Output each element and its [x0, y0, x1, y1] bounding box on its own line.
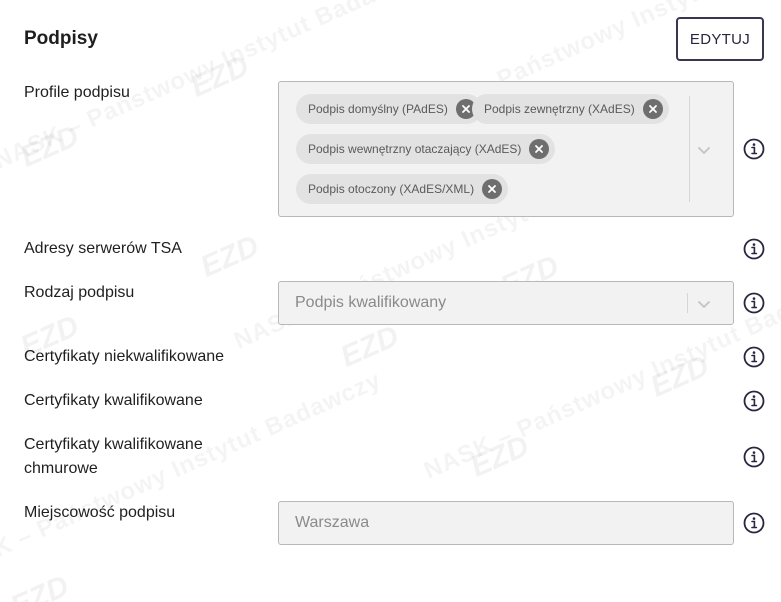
dropdown-separator: [689, 96, 690, 202]
signature-type-select[interactable]: Podpis kwalifikowany: [278, 281, 734, 325]
label-cloud-qualified-certificates: Certyfikaty kwalifikowane chmurowe: [24, 436, 203, 477]
label-unqualified-certificates: Certyfikaty niekwalifikowane: [24, 348, 225, 365]
info-circle-icon[interactable]: [743, 390, 765, 412]
label-qualified-certificates: Certyfikaty kwalifikowane: [24, 392, 203, 409]
chevron-down-icon[interactable]: [696, 142, 712, 158]
close-circle-icon[interactable]: [529, 139, 550, 159]
chip-profile-1: Podpis domyślny (PAdES): [296, 94, 482, 124]
section-title: Podpisy: [24, 28, 98, 49]
close-circle-icon[interactable]: [642, 99, 663, 119]
signature-place-input[interactable]: Warszawa: [278, 501, 734, 545]
chip-label: Podpis wewnętrzny otaczający (XAdES): [308, 142, 522, 156]
chip-label: Podpis otoczony (XAdES/XML): [308, 182, 475, 196]
info-circle-icon[interactable]: [743, 138, 765, 160]
label-tsa-servers: Adresy serwerów TSA: [24, 240, 182, 257]
info-circle-icon[interactable]: [743, 512, 765, 534]
label-signature-profiles: Profile podpisu: [24, 84, 130, 101]
chip-label: Podpis domyślny (PAdES): [308, 102, 448, 116]
chip-profile-2: Podpis zewnętrzny (XAdES): [472, 94, 669, 124]
info-circle-icon[interactable]: [743, 238, 765, 260]
dropdown-separator: [687, 293, 688, 313]
label-signature-place: Miejscowość podpisu: [24, 504, 176, 521]
info-circle-icon[interactable]: [743, 446, 765, 468]
chip-label: Podpis zewnętrzny (XAdES): [484, 102, 635, 116]
chip-profile-4: Podpis otoczony (XAdES/XML): [296, 174, 509, 204]
edit-button[interactable]: EDYTUJ: [676, 17, 764, 61]
chevron-down-icon[interactable]: [696, 296, 712, 312]
close-circle-icon[interactable]: [482, 179, 503, 199]
signature-profiles-multiselect[interactable]: Podpis domyślny (PAdES) Podpis zewnętrzn…: [278, 81, 734, 217]
label-signature-type: Rodzaj podpisu: [24, 284, 135, 301]
chip-profile-3: Podpis wewnętrzny otaczający (XAdES): [296, 134, 556, 164]
info-circle-icon[interactable]: [743, 346, 765, 368]
info-circle-icon[interactable]: [743, 292, 765, 314]
select-value: Podpis kwalifikowany: [295, 294, 447, 311]
signatures-panel: Podpisy EDYTUJ Profile podpisu Podpis do…: [0, 0, 781, 602]
